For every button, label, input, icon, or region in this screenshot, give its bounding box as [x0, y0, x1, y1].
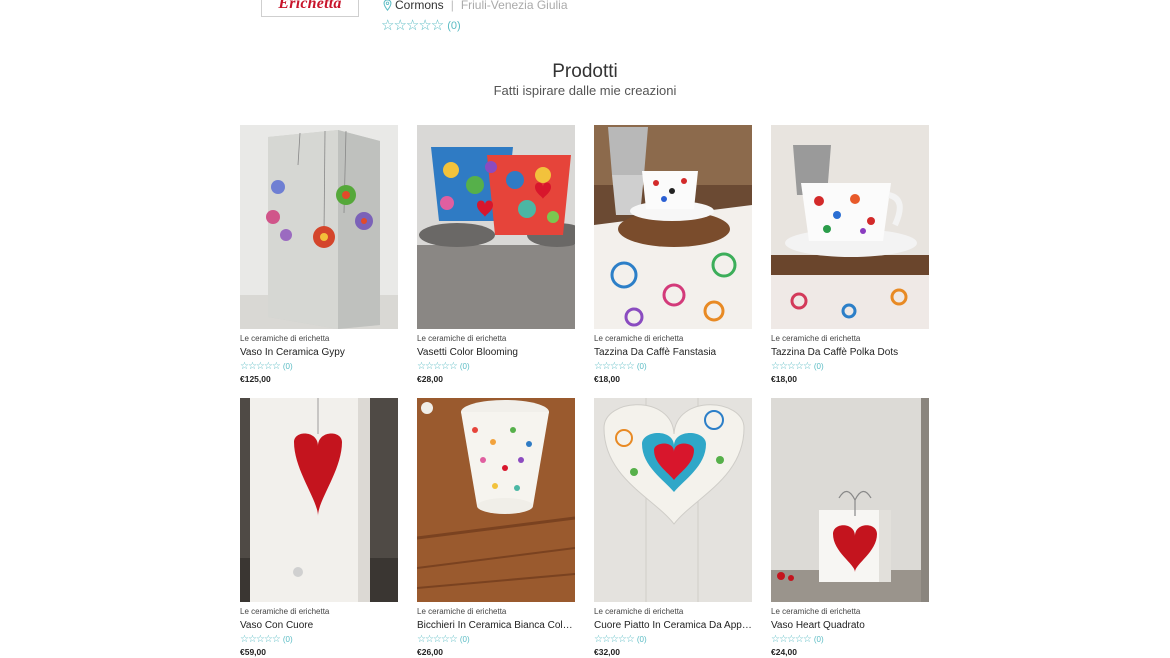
product-image-espresso-cup[interactable]	[594, 125, 752, 329]
product-card[interactable]: Le ceramiche di erichetta Tazzina Da Caf…	[594, 125, 752, 384]
star-rating-icon: ☆☆☆☆☆	[417, 360, 458, 372]
product-price: €125,00	[240, 374, 271, 384]
product-card[interactable]: Le ceramiche di erichetta Tazzina Da Caf…	[771, 125, 929, 384]
product-price: €32,00	[594, 647, 620, 657]
product-image-hanging-heart[interactable]	[594, 398, 752, 602]
product-rating[interactable]: ☆☆☆☆☆ (0)	[771, 361, 929, 372]
rating-count: (0)	[459, 635, 470, 644]
product-name[interactable]: Vaso In Ceramica Gypy	[240, 346, 398, 359]
product-rating[interactable]: ☆☆☆☆☆ (0)	[417, 361, 575, 372]
star-rating-icon: ☆☆☆☆☆	[771, 360, 812, 372]
star-rating-icon: ☆☆☆☆☆	[417, 633, 458, 645]
star-rating-icon: ☆☆☆☆☆	[594, 360, 635, 372]
star-rating-icon: ☆☆☆☆☆	[240, 633, 281, 645]
product-seller[interactable]: Le ceramiche di erichetta	[417, 607, 575, 617]
product-name[interactable]: Vasetti Color Blooming	[417, 346, 575, 359]
product-name[interactable]: Vaso Heart Quadrato	[771, 619, 929, 632]
rating-count: (0)	[636, 362, 647, 371]
product-seller[interactable]: Le ceramiche di erichetta	[594, 334, 752, 344]
product-rating[interactable]: ☆☆☆☆☆ (0)	[417, 634, 575, 645]
product-price: €28,00	[417, 374, 443, 384]
shop-region[interactable]: Friuli-Venezia Giulia	[461, 0, 568, 12]
product-card[interactable]: Le ceramiche di erichetta Cuore Piatto I…	[594, 398, 752, 657]
product-seller[interactable]: Le ceramiche di erichetta	[594, 607, 752, 617]
rating-count: (0)	[282, 635, 293, 644]
product-price: €18,00	[594, 374, 620, 384]
product-price: €26,00	[417, 647, 443, 657]
product-card[interactable]: Le ceramiche di erichetta Vaso Heart Qua…	[771, 398, 929, 657]
shop-rating[interactable]: ☆☆☆☆☆ (0)	[381, 18, 461, 33]
product-rating[interactable]: ☆☆☆☆☆ (0)	[594, 361, 752, 372]
product-price: €18,00	[771, 374, 797, 384]
shop-location: Cormons | Friuli-Venezia Giulia	[383, 0, 568, 12]
product-image-polka-dot-cup[interactable]	[771, 125, 929, 329]
shop-city[interactable]: Cormons	[395, 0, 444, 12]
map-pin-icon	[383, 0, 392, 11]
location-separator: |	[450, 0, 454, 12]
product-seller[interactable]: Le ceramiche di erichetta	[417, 334, 575, 344]
rating-count: (0)	[282, 362, 293, 371]
product-image-square-vase-heart[interactable]	[771, 398, 929, 602]
shop-rating-count: (0)	[447, 19, 461, 32]
product-card[interactable]: Le ceramiche di erichetta Bicchieri In C…	[417, 398, 575, 657]
rating-count: (0)	[636, 635, 647, 644]
product-image-grey-vase[interactable]	[240, 125, 398, 329]
star-rating-icon: ☆☆☆☆☆	[240, 360, 281, 372]
product-image-white-vase-heart[interactable]	[240, 398, 398, 602]
rating-count: (0)	[459, 362, 470, 371]
product-name[interactable]: Tazzina Da Caffè Polka Dots	[771, 346, 929, 359]
star-rating-icon: ☆☆☆☆☆	[594, 633, 635, 645]
product-card[interactable]: Le ceramiche di erichetta Vaso In Cerami…	[240, 125, 398, 384]
section-title: Prodotti	[552, 61, 618, 82]
rating-count: (0)	[813, 635, 824, 644]
product-price: €24,00	[771, 647, 797, 657]
product-image-colorful-cups[interactable]	[417, 125, 575, 329]
product-seller[interactable]: Le ceramiche di erichetta	[240, 334, 398, 344]
product-name[interactable]: Cuore Piatto In Ceramica Da Appendere	[594, 619, 752, 632]
product-image-white-cup-hearts[interactable]	[417, 398, 575, 602]
product-seller[interactable]: Le ceramiche di erichetta	[240, 607, 398, 617]
product-price: €59,00	[240, 647, 266, 657]
product-name[interactable]: Bicchieri In Ceramica Bianca Colors O...	[417, 619, 575, 632]
product-seller[interactable]: Le ceramiche di erichetta	[771, 607, 929, 617]
product-rating[interactable]: ☆☆☆☆☆ (0)	[771, 634, 929, 645]
product-rating[interactable]: ☆☆☆☆☆ (0)	[594, 634, 752, 645]
product-card[interactable]: Le ceramiche di erichetta Vasetti Color …	[417, 125, 575, 384]
product-name[interactable]: Vaso Con Cuore	[240, 619, 398, 632]
shop-logo[interactable]: Erichetta	[261, 0, 359, 17]
rating-count: (0)	[813, 362, 824, 371]
shop-logo-text: Erichetta	[278, 0, 342, 12]
star-rating-icon: ☆☆☆☆☆	[771, 633, 812, 645]
product-card[interactable]: Le ceramiche di erichetta Vaso Con Cuore…	[240, 398, 398, 657]
star-rating-icon: ☆☆☆☆☆	[381, 17, 444, 34]
product-seller[interactable]: Le ceramiche di erichetta	[771, 334, 929, 344]
product-rating[interactable]: ☆☆☆☆☆ (0)	[240, 634, 398, 645]
section-subtitle: Fatti ispirare dalle mie creazioni	[493, 83, 677, 98]
product-rating[interactable]: ☆☆☆☆☆ (0)	[240, 361, 398, 372]
product-name[interactable]: Tazzina Da Caffè Fanstasia	[594, 346, 752, 359]
